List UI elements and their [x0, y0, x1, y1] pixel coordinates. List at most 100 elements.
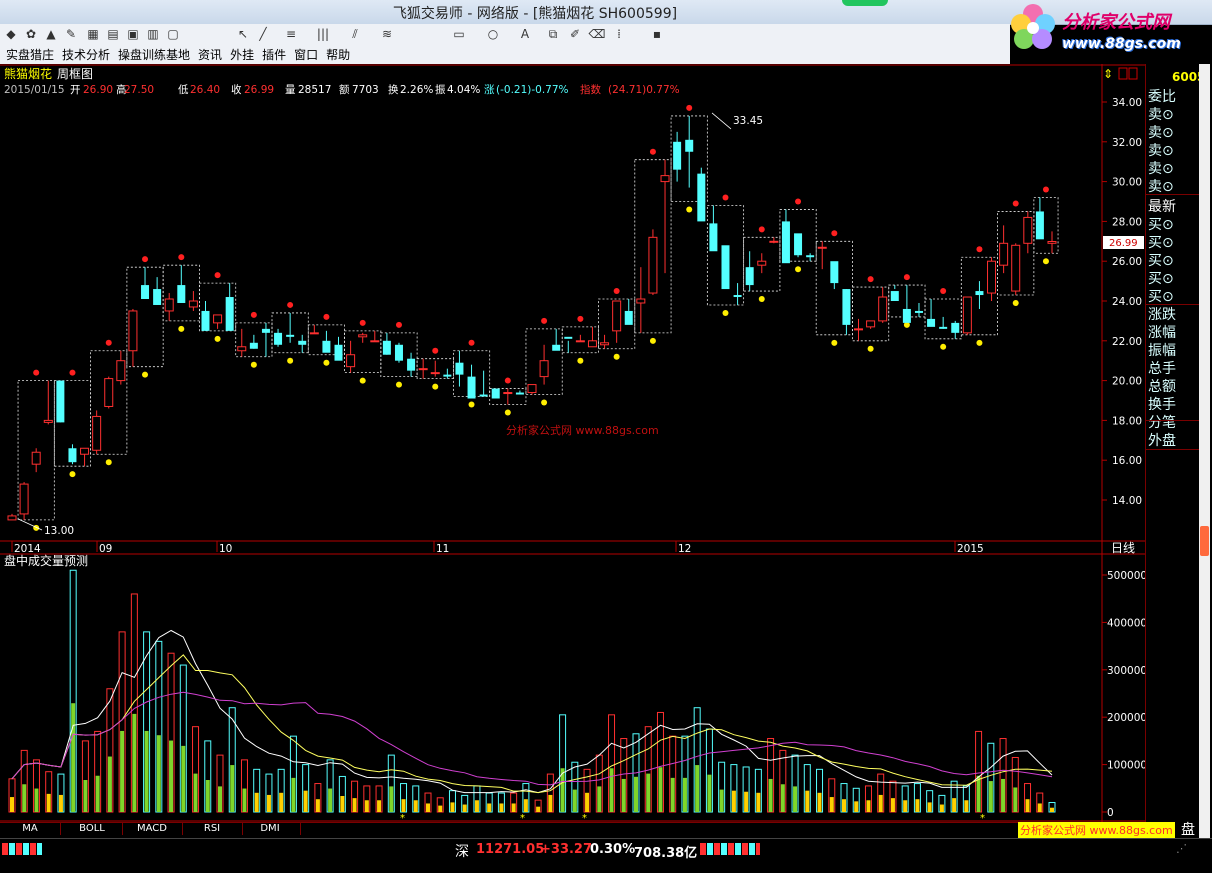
- lock-icon[interactable]: ⇕: [1103, 67, 1113, 81]
- frame-high-dot: [867, 276, 874, 283]
- amount-label: 额: [339, 83, 350, 96]
- erase-icon[interactable]: ⌫: [588, 25, 606, 43]
- app-icon[interactable]: ◆: [2, 25, 20, 43]
- volume-prediction-bar: [169, 740, 174, 812]
- indicator-tab-ma[interactable]: MA: [0, 823, 61, 835]
- candle-body-down: [394, 344, 403, 361]
- frame-high-dot: [795, 198, 802, 205]
- candle-body-down: [781, 221, 790, 264]
- volume-prediction-bar: [95, 775, 100, 812]
- candle-body-down: [951, 322, 960, 333]
- copy-icon[interactable]: ⧉: [544, 25, 562, 43]
- candle-body-up: [43, 419, 53, 423]
- volume-prediction-bar: [952, 798, 957, 812]
- menu-item-5[interactable]: 插件: [262, 45, 286, 65]
- text-tool-icon[interactable]: ≡: [282, 25, 300, 43]
- frame-high-dot: [69, 369, 76, 376]
- volume-prediction-bar: [340, 796, 345, 812]
- candle-body-down: [467, 376, 476, 399]
- open-value: 26.90: [83, 84, 113, 96]
- kline-chart[interactable]: * * * * 34.0032.0030.0028.0026.0024.0022.00…: [0, 64, 1145, 844]
- alarm-icon[interactable]: ✿: [22, 25, 40, 43]
- volume-prediction-bar: [915, 799, 920, 812]
- volume-prediction-bar: [731, 790, 736, 812]
- menu-item-7[interactable]: 帮助: [326, 45, 350, 65]
- table-icon[interactable]: ▤: [104, 25, 122, 43]
- menu-item-2[interactable]: 操盘训练基地: [118, 45, 190, 65]
- frame-low-dot: [976, 339, 983, 346]
- candle-body-down: [552, 344, 561, 351]
- menu-item-0[interactable]: 实盘猎庄: [6, 45, 54, 65]
- menu-item-4[interactable]: 外挂: [230, 45, 254, 65]
- volume-prediction-bar: [670, 777, 675, 812]
- menu-item-1[interactable]: 技术分析: [62, 45, 110, 65]
- frame-high-dot: [359, 319, 366, 326]
- cursor-icon[interactable]: ↖: [234, 25, 252, 43]
- candle-body-down: [491, 388, 500, 399]
- vol-value: 28517: [298, 84, 331, 96]
- volume-prediction-bar: [695, 765, 700, 812]
- candle-body-down: [443, 374, 452, 377]
- bar-tool-icon[interactable]: |||: [314, 25, 332, 43]
- vertical-scrollbar[interactable]: [1199, 64, 1210, 844]
- resize-grip-icon[interactable]: ⋰: [1176, 842, 1187, 855]
- save-icon[interactable]: ▪: [648, 25, 666, 43]
- candle-body-up: [237, 346, 247, 352]
- fan-tool-icon[interactable]: ⫽: [346, 25, 364, 43]
- candle-body-up: [612, 300, 622, 332]
- indicator-tab-rsi[interactable]: RSI: [182, 823, 243, 835]
- high-value: 27.50: [124, 84, 154, 96]
- candle-body-up: [80, 447, 90, 455]
- bell-icon[interactable]: ▲: [42, 25, 60, 43]
- frame-high-dot: [976, 246, 983, 253]
- kline-icon[interactable]: ▦: [84, 25, 102, 43]
- candle-body-down: [225, 297, 234, 331]
- candle-body-down: [673, 141, 682, 170]
- period-switch[interactable]: 日线: [1111, 541, 1135, 555]
- line-tool-icon[interactable]: ╱: [254, 25, 272, 43]
- quote-field-13: 涨幅: [1148, 325, 1176, 341]
- candle-body-up: [962, 296, 972, 334]
- quote-field-15: 总手: [1148, 361, 1176, 377]
- low-value: 26.40: [190, 84, 220, 96]
- volume-prediction-bar: [511, 803, 516, 812]
- pattern-icon[interactable]: ≋: [378, 25, 396, 43]
- candle-body-down: [721, 245, 730, 290]
- quote-field-4: 卖⊙: [1148, 161, 1174, 177]
- rect-tool-icon[interactable]: ▭: [450, 25, 468, 43]
- volume-prediction-bar: [1025, 799, 1030, 812]
- menu-item-3[interactable]: 资讯: [198, 45, 222, 65]
- indicator-tab-dmi[interactable]: DMI: [240, 823, 301, 835]
- candle-body-down: [68, 448, 77, 463]
- frame-high-dot: [178, 254, 185, 261]
- volume-prediction-bar: [890, 798, 895, 812]
- font-icon[interactable]: A: [516, 25, 534, 43]
- market-index: 11271.05: [476, 842, 545, 857]
- frame-high-dot: [142, 256, 149, 263]
- highlight-icon[interactable]: ✐: [566, 25, 584, 43]
- close-label: 收: [231, 83, 242, 96]
- menu-item-6[interactable]: 窗口: [294, 45, 318, 65]
- quote-separator: [1146, 304, 1200, 305]
- frame-low-dot: [468, 401, 475, 408]
- circle-tool-icon[interactable]: ○: [484, 25, 502, 43]
- indicator-tab-macd[interactable]: MACD: [122, 823, 183, 835]
- turnover-value: 2.26%: [400, 84, 433, 96]
- amount-value: 7703: [352, 84, 379, 96]
- view-icon[interactable]: ▥: [144, 25, 162, 43]
- scroll-badge-icon[interactable]: [1200, 526, 1209, 556]
- indicator-tab-boll[interactable]: BOLL: [62, 823, 123, 835]
- pen-icon[interactable]: ✎: [62, 25, 80, 43]
- volume-prediction-bar: [817, 792, 822, 812]
- candle-body-up: [854, 328, 864, 331]
- color-icon[interactable]: ⁞: [610, 25, 628, 43]
- candle-body-up: [164, 298, 174, 312]
- open-label: 开: [70, 84, 81, 96]
- chart-icon[interactable]: ▣: [124, 25, 142, 43]
- quote-field-14: 振幅: [1148, 343, 1176, 359]
- volume-prediction-bar: [597, 786, 602, 812]
- price-axis-label: 20.00: [1112, 376, 1142, 388]
- index-value: (24.71)0.77%: [608, 84, 680, 96]
- candle-body-down: [1035, 211, 1044, 240]
- window-icon[interactable]: ▢: [164, 25, 182, 43]
